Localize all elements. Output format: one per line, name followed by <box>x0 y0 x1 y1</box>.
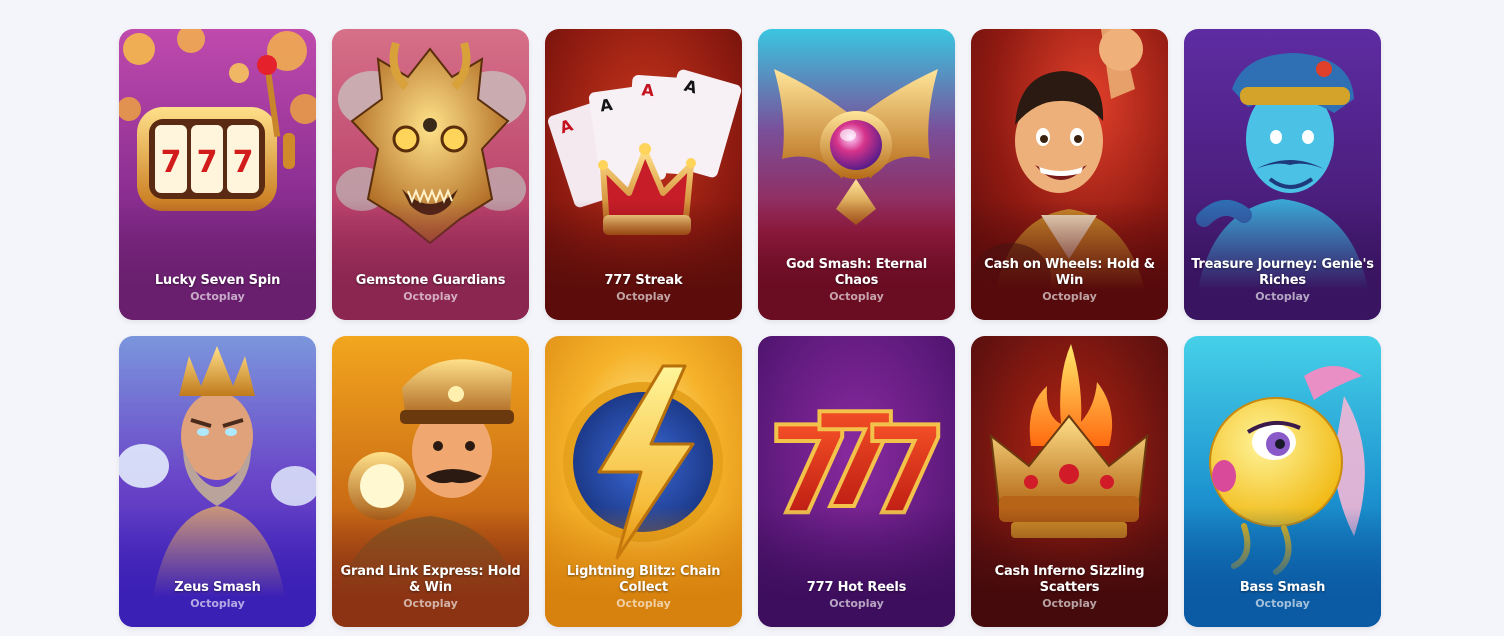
svg-text:7: 7 <box>233 145 254 180</box>
game-title: Cash Inferno Sizzling Scatters <box>994 564 1145 595</box>
game-card[interactable]: Cash on Wheels: Hold & Win Octoplay <box>971 29 1168 320</box>
game-provider: Octoplay <box>190 597 245 610</box>
game-provider: Octoplay <box>1042 597 1097 610</box>
game-provider: Octoplay <box>829 290 884 303</box>
game-card[interactable]: 7 7 7 Lucky Seven Spin Octoplay <box>119 29 316 320</box>
game-provider: Octoplay <box>190 290 245 303</box>
game-provider: Octoplay <box>1042 290 1097 303</box>
svg-text:7: 7 <box>161 145 182 180</box>
game-title: 777 Streak <box>604 273 683 288</box>
game-card[interactable]: Zeus Smash Octoplay <box>119 336 316 627</box>
game-provider: Octoplay <box>403 597 458 610</box>
game-grid: 7 7 7 Lucky Seven Spin Octoplay Gemstone… <box>119 29 1381 627</box>
game-card[interactable]: Gemstone Guardians Octoplay <box>332 29 529 320</box>
game-title: Bass Smash <box>1239 580 1326 595</box>
game-title: Grand Link Express: Hold & Win <box>340 564 521 595</box>
game-provider: Octoplay <box>1255 597 1310 610</box>
svg-text:7: 7 <box>197 145 218 180</box>
game-card[interactable]: Cash Inferno Sizzling Scatters Octoplay <box>971 336 1168 627</box>
game-title: Cash on Wheels: Hold & Win <box>984 257 1155 288</box>
game-title: Zeus Smash <box>174 580 261 595</box>
game-title: Lightning Blitz: Chain Collect <box>566 564 721 595</box>
game-provider: Octoplay <box>616 290 671 303</box>
game-card[interactable]: Grand Link Express: Hold & Win Octoplay <box>332 336 529 627</box>
game-title: Treasure Journey: Genie's Riches <box>1191 257 1374 288</box>
game-provider: Octoplay <box>403 290 458 303</box>
game-card[interactable]: Treasure Journey: Genie's Riches Octopla… <box>1184 29 1381 320</box>
svg-text:7: 7 <box>864 402 948 541</box>
game-provider: Octoplay <box>616 597 671 610</box>
game-provider: Octoplay <box>1255 290 1310 303</box>
game-title: 777 Hot Reels <box>806 580 907 595</box>
game-title: Gemstone Guardians <box>355 273 506 288</box>
game-card[interactable]: Bass Smash Octoplay <box>1184 336 1381 627</box>
game-card[interactable]: 7 7 7 777 Hot Reels Octoplay <box>758 336 955 627</box>
game-card[interactable]: God Smash: Eternal Chaos Octoplay <box>758 29 955 320</box>
game-title: God Smash: Eternal Chaos <box>785 257 928 288</box>
game-card[interactable]: Lightning Blitz: Chain Collect Octoplay <box>545 336 742 627</box>
game-provider: Octoplay <box>829 597 884 610</box>
game-card[interactable]: A A A A 777 Streak Octoplay <box>545 29 742 320</box>
svg-text:A: A <box>641 80 655 100</box>
game-title: Lucky Seven Spin <box>154 273 281 288</box>
